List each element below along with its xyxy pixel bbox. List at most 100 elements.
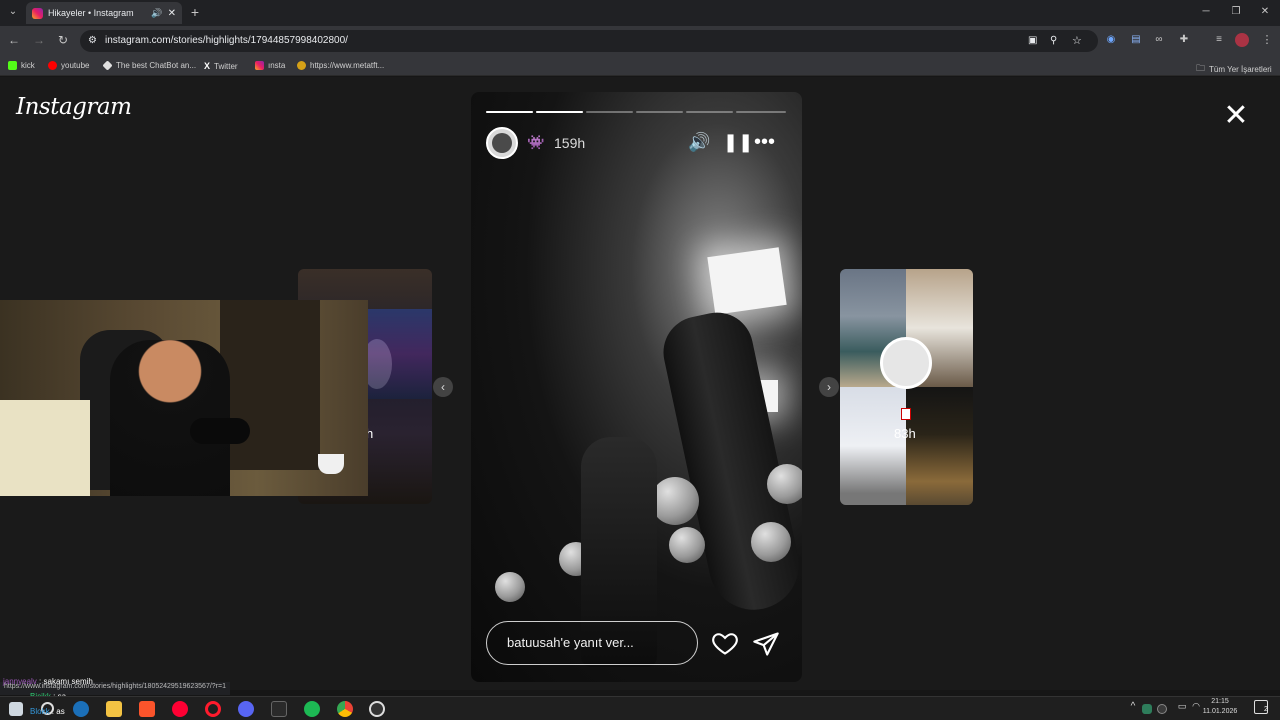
tab-list-chevron-icon[interactable]: ⌄ bbox=[5, 5, 21, 21]
tab-audio-icon[interactable]: 🔊 bbox=[151, 8, 162, 19]
chrome-icon[interactable] bbox=[337, 701, 353, 717]
chat-text: as bbox=[56, 707, 65, 716]
notification-count-badge: 2 bbox=[1264, 706, 1268, 713]
profile-avatar-icon[interactable] bbox=[1235, 33, 1249, 47]
story-image-punching-bag bbox=[656, 305, 802, 619]
volume-icon[interactable]: 🔊 bbox=[688, 132, 710, 152]
extension-translate-icon[interactable]: ▤ bbox=[1128, 33, 1144, 49]
next-story-preview[interactable]: 83h bbox=[840, 269, 973, 505]
bookmark-star-icon[interactable]: ☆ bbox=[1072, 30, 1082, 52]
preview-flag-icon bbox=[901, 408, 911, 420]
chat-username: Blokk bbox=[30, 707, 50, 716]
preview-timestamp: 83h bbox=[894, 426, 916, 441]
tray-app-icon[interactable] bbox=[1142, 704, 1152, 714]
youtube-music-icon[interactable] bbox=[172, 701, 188, 717]
bookmark-youtube[interactable]: youtube bbox=[48, 61, 89, 70]
instagram-icon bbox=[255, 61, 264, 70]
close-stories-icon[interactable]: ✕ bbox=[1221, 101, 1251, 131]
metatft-icon bbox=[297, 61, 306, 70]
bookmark-twitter[interactable]: X Twitter bbox=[204, 61, 238, 71]
story-timestamp: 159h bbox=[554, 135, 586, 151]
chat-message: Blokk : as bbox=[30, 707, 65, 716]
media-queue-icon[interactable]: ≡ bbox=[1211, 33, 1227, 49]
discord-icon[interactable] bbox=[238, 701, 254, 717]
clock-date: 11.01.2026 bbox=[1202, 708, 1238, 715]
alien-emoji-icon: 👾 bbox=[527, 134, 545, 150]
all-bookmarks-folder[interactable]: 🗀 Tüm Yer İşaretleri bbox=[1196, 61, 1272, 77]
story-progress-segment-4 bbox=[636, 111, 683, 113]
brave-icon[interactable] bbox=[139, 701, 155, 717]
forward-arrow-icon[interactable]: → bbox=[31, 33, 47, 49]
kick-icon bbox=[8, 61, 17, 70]
instagram-logo[interactable]: Instagram bbox=[16, 94, 132, 120]
instagram-favicon-icon bbox=[32, 7, 43, 19]
folder-icon: 🗀 bbox=[1196, 63, 1206, 73]
browser-tab-strip: ⌄ Hikayeler • Instagram 🔊 ✕ + ─ ❐ ✕ bbox=[0, 0, 1280, 26]
previous-story-arrow-icon[interactable]: ‹ bbox=[433, 377, 453, 397]
bookmark-kick[interactable]: kick bbox=[8, 61, 35, 70]
story-progress-segment-5 bbox=[686, 111, 733, 113]
bookmarks-bar: kick youtube The best ChatBot an... X Tw… bbox=[0, 56, 1280, 76]
next-story-arrow-icon[interactable]: › bbox=[819, 377, 839, 397]
story-image-ball bbox=[495, 572, 525, 602]
chat-username: jannyealv bbox=[3, 677, 37, 686]
terminal-icon[interactable] bbox=[271, 701, 287, 717]
story-image-ball bbox=[751, 522, 791, 562]
bookmark-metatft[interactable]: https://www.metatft... bbox=[297, 61, 384, 70]
zoom-icon[interactable]: ⚲ bbox=[1050, 30, 1057, 52]
x-icon: X bbox=[204, 61, 211, 71]
tray-chevron-icon[interactable]: ^ bbox=[1125, 701, 1141, 717]
webcam-sofa bbox=[0, 400, 90, 496]
chat-message: jannyealv : sakamı semih bbox=[3, 677, 93, 686]
story-author-avatar[interactable] bbox=[486, 127, 518, 159]
preview-photo-night bbox=[906, 387, 973, 505]
extension-glasses-icon[interactable]: ∞ bbox=[1151, 33, 1167, 49]
story-progress-segment-1 bbox=[486, 111, 533, 113]
more-options-icon[interactable]: ••• bbox=[754, 132, 775, 152]
cast-icon[interactable]: ▣ bbox=[1028, 30, 1037, 52]
tray-app-icon[interactable] bbox=[1157, 704, 1167, 714]
tab-instagram-stories[interactable]: Hikayeler • Instagram 🔊 ✕ bbox=[26, 2, 182, 24]
site-info-icon[interactable]: ⚙ bbox=[88, 30, 97, 52]
windows-start-icon[interactable] bbox=[9, 702, 23, 716]
minimize-window-icon[interactable]: ─ bbox=[1198, 5, 1214, 21]
extensions-puzzle-icon[interactable]: ✚ bbox=[1176, 33, 1192, 49]
system-clock[interactable]: 21:15 11.01.2026 bbox=[1202, 697, 1238, 717]
story-image-ball bbox=[651, 477, 699, 525]
file-explorer-icon[interactable] bbox=[106, 701, 122, 717]
reload-icon[interactable]: ↻ bbox=[55, 33, 71, 49]
browser-menu-icon[interactable]: ⋮ bbox=[1259, 33, 1275, 49]
restore-window-icon[interactable]: ❐ bbox=[1228, 5, 1244, 21]
spotify-icon[interactable] bbox=[304, 701, 320, 717]
story-image-ball bbox=[767, 464, 802, 504]
close-window-icon[interactable]: ✕ bbox=[1257, 5, 1273, 21]
address-bar[interactable]: ⚙ instagram.com/stories/highlights/17944… bbox=[80, 30, 1098, 52]
preview-city-lights bbox=[368, 309, 432, 399]
new-tab-button[interactable]: + bbox=[187, 5, 203, 21]
story-image-light-1 bbox=[707, 247, 787, 315]
webcam-mic bbox=[190, 418, 250, 444]
bookmark-chatbot[interactable]: The best ChatBot an... bbox=[102, 60, 196, 71]
extension-audio-icon[interactable]: ◉ bbox=[1103, 33, 1119, 49]
like-heart-icon[interactable] bbox=[711, 629, 739, 657]
obs-icon[interactable] bbox=[369, 701, 385, 717]
preview-author-avatar bbox=[880, 337, 932, 389]
story-image-ball bbox=[669, 527, 705, 563]
tab-title: Hikayeler • Instagram bbox=[48, 8, 134, 18]
clock-time: 21:15 bbox=[1211, 698, 1229, 705]
story-viewer[interactable]: 👾 159h 🔊 ❚❚ ••• batuusah'e yanıt ver... bbox=[471, 92, 802, 682]
story-reply-input[interactable]: batuusah'e yanıt ver... bbox=[486, 621, 698, 665]
webcam-cup bbox=[318, 454, 344, 474]
opera-icon[interactable] bbox=[205, 701, 221, 717]
os-taskbar: ^ ▭ ◠ 🔈 bbox=[0, 696, 1280, 720]
url-text: instagram.com/stories/highlights/1794485… bbox=[105, 35, 348, 46]
story-progress-segment-6 bbox=[736, 111, 786, 113]
chatbot-icon bbox=[102, 60, 113, 71]
back-arrow-icon[interactable]: ← bbox=[6, 33, 22, 49]
bookmark-insta[interactable]: ınsta bbox=[255, 61, 285, 70]
share-send-icon[interactable] bbox=[752, 630, 780, 658]
pause-icon[interactable]: ❚❚ bbox=[723, 132, 753, 152]
tab-close-icon[interactable]: ✕ bbox=[168, 8, 176, 19]
youtube-icon bbox=[48, 61, 57, 70]
steam-icon[interactable] bbox=[73, 701, 89, 717]
